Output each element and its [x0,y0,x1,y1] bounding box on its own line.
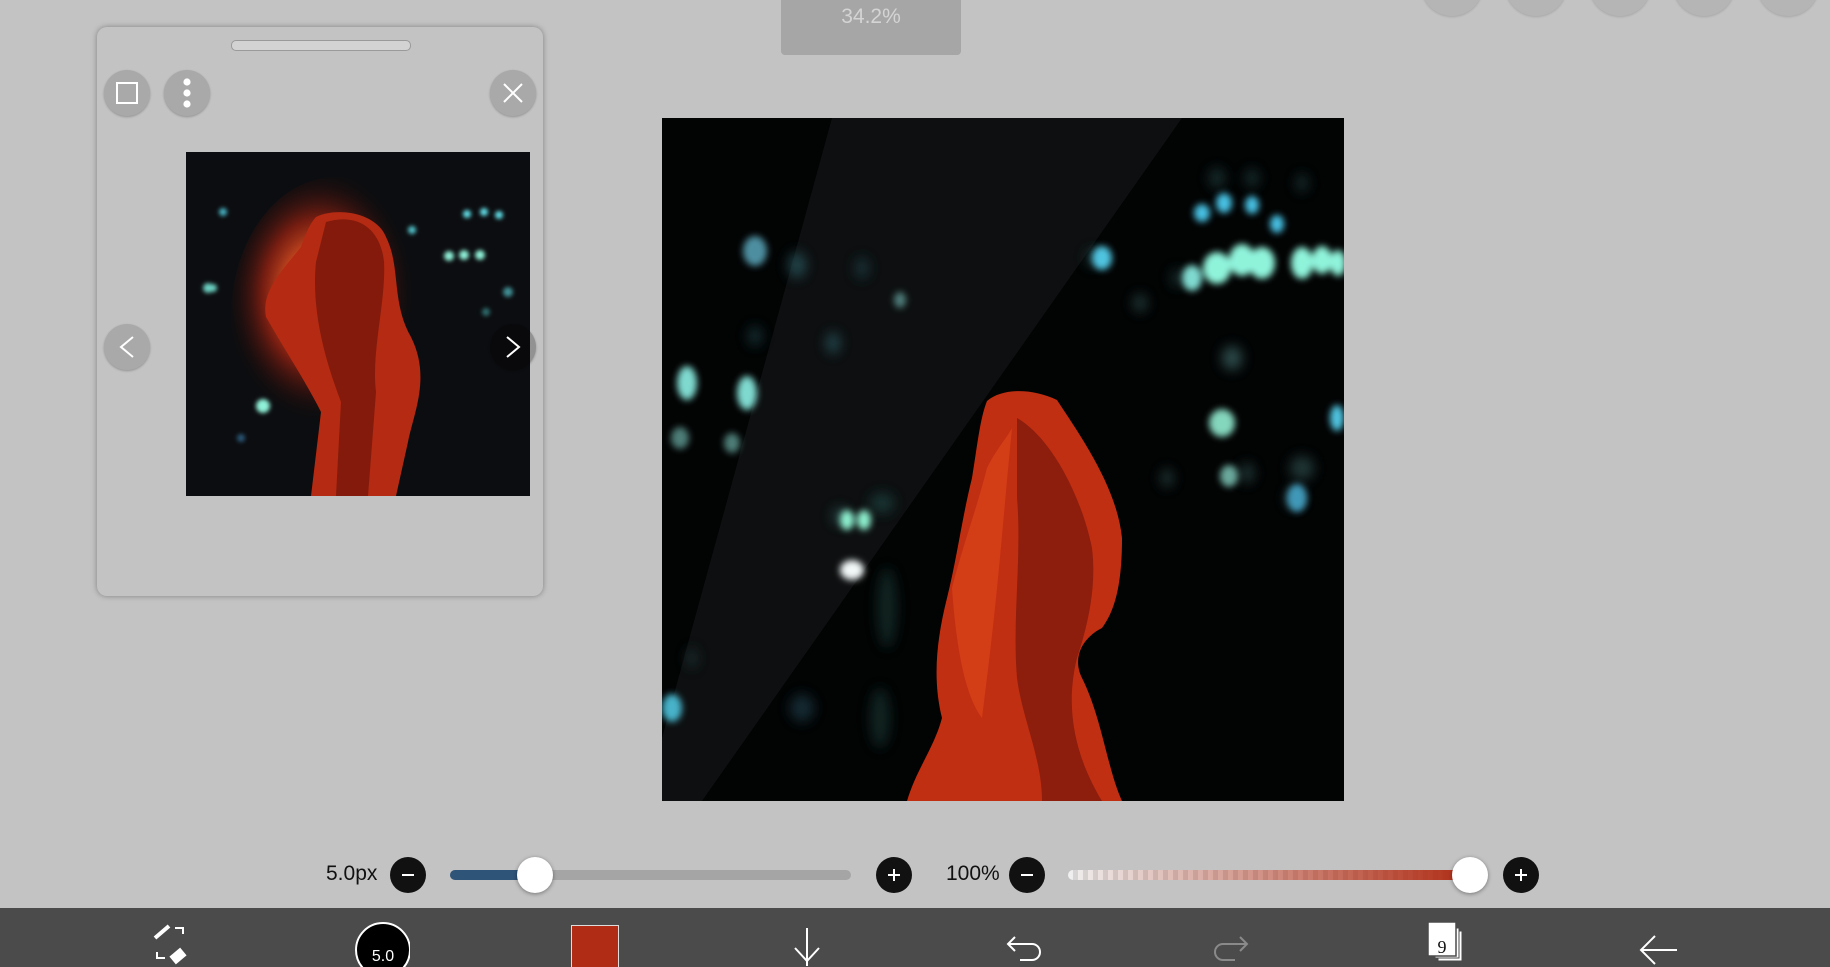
color-icon [571,925,619,967]
minus-icon [1021,874,1033,876]
brush-size-slider-thumb[interactable] [516,857,553,893]
more-button[interactable] [164,70,210,116]
chevron-left-icon [119,336,134,358]
undo-button[interactable] [1000,908,1042,967]
brush-size-slider[interactable] [450,870,851,880]
color-button[interactable] [570,908,620,967]
opacity-decrease-button[interactable] [1009,857,1045,893]
menu-icon[interactable] [1421,0,1483,16]
close-icon [503,83,523,103]
square-frame-icon [116,82,138,104]
plus-icon [1515,869,1527,881]
drawing-canvas[interactable] [662,118,1344,801]
layer-icon[interactable] [1589,0,1651,16]
opacity-slider-thumb[interactable] [1452,857,1488,893]
prev-reference-button[interactable] [104,324,150,370]
brush-size-label: 5.0px [326,862,378,885]
opacity-increase-button[interactable] [1503,857,1539,893]
brush-size-preview-button[interactable]: 5.0 [350,908,410,967]
canvas-icon[interactable] [1757,0,1819,16]
redo-button[interactable] [1213,908,1255,967]
redo-icon [1214,936,1249,961]
selection-icon[interactable] [1505,0,1567,16]
back-arrow-icon [1639,935,1677,965]
opacity-label: 100% [946,862,1000,885]
next-reference-button[interactable] [490,324,536,370]
close-button[interactable] [490,70,536,116]
brush-size-preview-value: 5.0 [371,948,395,965]
layers-button[interactable]: 9 [1425,908,1470,967]
plus-icon [888,869,900,881]
pen-icon[interactable] [1673,0,1735,16]
brush-eraser-swap-button[interactable] [145,908,195,967]
more-vertical-icon [183,78,191,108]
minus-icon [402,874,414,876]
frame-button[interactable] [104,70,150,116]
brush-size-increase-button[interactable] [876,857,912,893]
chevron-right-icon [506,336,521,358]
bottom-toolbar: 5.0 9 [0,908,1830,967]
download-icon [794,928,820,966]
drag-handle[interactable] [231,40,411,51]
brush-eraser-swap-icon [153,924,187,965]
reference-image [186,152,530,496]
zoom-level-badge: 34.2% [781,0,961,55]
back-button[interactable] [1637,908,1681,967]
brush-size-decrease-button[interactable] [390,857,426,893]
opacity-slider[interactable] [1068,870,1472,880]
layers-count: 9 [1437,937,1447,957]
undo-icon [1006,936,1041,961]
reference-panel [97,27,543,596]
download-button[interactable] [787,908,827,967]
